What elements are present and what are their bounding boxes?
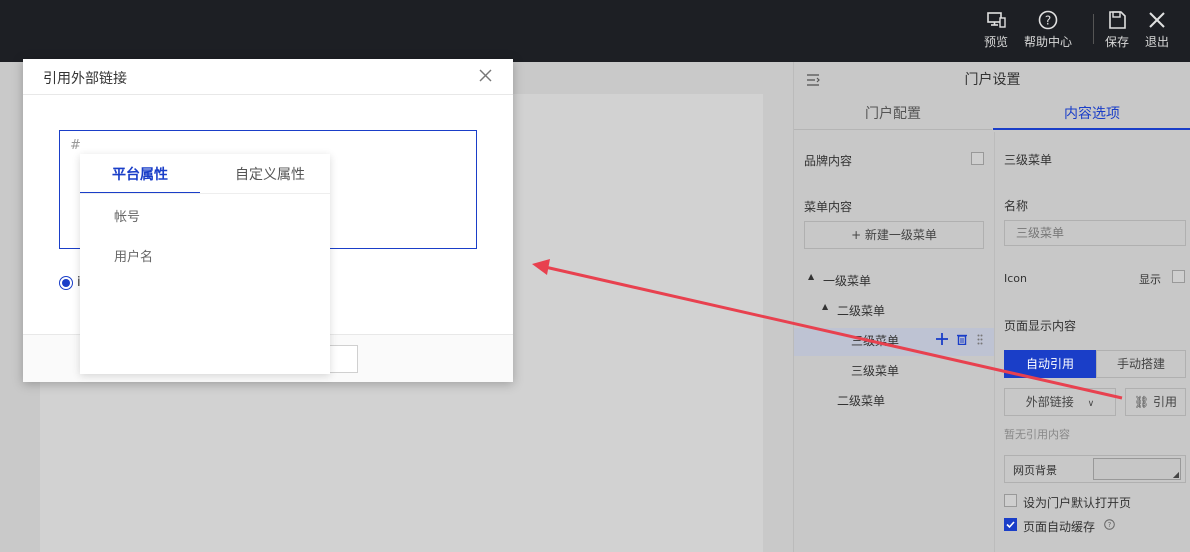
help-center-button[interactable]: ? 帮助中心 bbox=[1022, 10, 1074, 50]
no-reference-text: 暂无引用内容 bbox=[1004, 428, 1070, 441]
add-icon[interactable] bbox=[936, 333, 948, 345]
tree-item-level3[interactable]: 三级菜单 bbox=[851, 362, 899, 379]
show-label: 显示 bbox=[1139, 273, 1161, 286]
tab-portal-config[interactable]: 门户配置 bbox=[794, 100, 992, 130]
menu-content-label: 菜单内容 bbox=[804, 200, 853, 214]
close-icon bbox=[1149, 12, 1165, 28]
icon-label: Icon bbox=[1004, 272, 1027, 285]
preview-label: 预览 bbox=[983, 35, 1008, 49]
attribute-option-account[interactable]: 帐号 bbox=[114, 206, 140, 225]
save-label: 保存 bbox=[1104, 35, 1129, 49]
manual-build-button[interactable]: 手动搭建 bbox=[1096, 350, 1186, 378]
dialog-header: 引用外部链接 bbox=[23, 59, 513, 95]
panel-tabs: 门户配置 内容选项 bbox=[794, 100, 1190, 130]
panel-column-divider bbox=[994, 132, 995, 552]
option-radio[interactable] bbox=[59, 276, 73, 290]
attribute-dropdown: 平台属性 自定义属性 帐号 用户名 bbox=[80, 154, 330, 374]
brand-content-checkbox[interactable] bbox=[971, 152, 984, 165]
reference-button[interactable]: ⛓ 引用 bbox=[1125, 388, 1186, 416]
textarea-value: # bbox=[70, 138, 81, 153]
section-title: 三级菜单 bbox=[1004, 153, 1053, 167]
attribute-option-username[interactable]: 用户名 bbox=[114, 246, 153, 265]
svg-text:?: ? bbox=[1045, 14, 1051, 28]
help-circle-icon[interactable]: ? bbox=[1104, 519, 1115, 530]
show-icon-checkbox[interactable] bbox=[1172, 270, 1185, 283]
resize-corner-icon: ◢ bbox=[1172, 470, 1179, 479]
tab-content-options[interactable]: 内容选项 bbox=[993, 100, 1190, 130]
default-open-checkbox[interactable] bbox=[1004, 494, 1017, 507]
link-type-select[interactable]: 外部链接 ∨ bbox=[1004, 388, 1116, 416]
new-menu-button[interactable]: + 新建一级菜单 bbox=[804, 221, 984, 249]
default-open-label: 设为门户默认打开页 bbox=[1023, 496, 1132, 510]
tab-custom-attributes[interactable]: 自定义属性 bbox=[210, 164, 330, 194]
name-input[interactable]: 三级菜单 bbox=[1004, 220, 1186, 246]
auto-cache-label: 页面自动缓存 bbox=[1023, 520, 1096, 534]
reference-label: 引用 bbox=[1153, 395, 1178, 409]
monitor-icon bbox=[987, 12, 1006, 28]
tree-item-level1[interactable]: 一级菜单 bbox=[823, 272, 871, 289]
panel-title: 门户设置 bbox=[964, 72, 1021, 88]
auto-cache-checkbox[interactable] bbox=[1004, 518, 1017, 531]
name-label: 名称 bbox=[1004, 199, 1029, 213]
dialog-title: 引用外部链接 bbox=[43, 71, 127, 87]
portal-settings-panel: 门户设置 门户配置 内容选项 品牌内容 菜单内容 + 新建一级菜单 ▲ 一级菜单… bbox=[793, 62, 1190, 552]
background-color-picker[interactable]: ◢ bbox=[1093, 458, 1181, 480]
exit-label: 退出 bbox=[1144, 35, 1169, 49]
tree-item-level2[interactable]: 二级菜单 bbox=[837, 302, 885, 319]
auto-reference-button[interactable]: 自动引用 bbox=[1004, 350, 1096, 378]
help-label: 帮助中心 bbox=[1023, 35, 1072, 49]
link-icon: ⛓ bbox=[1133, 395, 1150, 409]
close-icon[interactable] bbox=[479, 69, 492, 82]
drag-handle-icon[interactable] bbox=[977, 334, 983, 345]
chevron-down-icon: ∨ bbox=[1087, 399, 1095, 409]
dropdown-tab-divider bbox=[80, 193, 330, 194]
exit-button[interactable]: 退出 bbox=[1131, 10, 1183, 50]
collapse-panel-icon[interactable] bbox=[806, 73, 820, 87]
svg-text:?: ? bbox=[1108, 521, 1112, 529]
trash-icon[interactable] bbox=[956, 333, 968, 345]
page-content-label: 页面显示内容 bbox=[1004, 319, 1077, 333]
help-circle-icon: ? bbox=[1038, 10, 1058, 30]
caret-up-icon[interactable]: ▲ bbox=[822, 302, 828, 311]
tree-item-level3-selected[interactable]: 三级菜单 bbox=[851, 332, 899, 349]
preview-button[interactable]: 预览 bbox=[970, 10, 1022, 50]
tree-item-level2[interactable]: 二级菜单 bbox=[837, 392, 885, 409]
caret-up-icon[interactable]: ▲ bbox=[808, 272, 814, 281]
brand-content-label: 品牌内容 bbox=[804, 154, 853, 168]
page-background-field: 网页背景 ◢ bbox=[1004, 455, 1186, 483]
tab-platform-attributes[interactable]: 平台属性 bbox=[80, 164, 200, 194]
save-icon bbox=[1109, 11, 1126, 29]
link-type-value: 外部链接 bbox=[1025, 395, 1074, 409]
check-icon bbox=[1006, 521, 1015, 529]
top-toolbar: 预览 ? 帮助中心 保存 退出 bbox=[0, 0, 1190, 62]
page-background-label: 网页背景 bbox=[1013, 464, 1057, 477]
